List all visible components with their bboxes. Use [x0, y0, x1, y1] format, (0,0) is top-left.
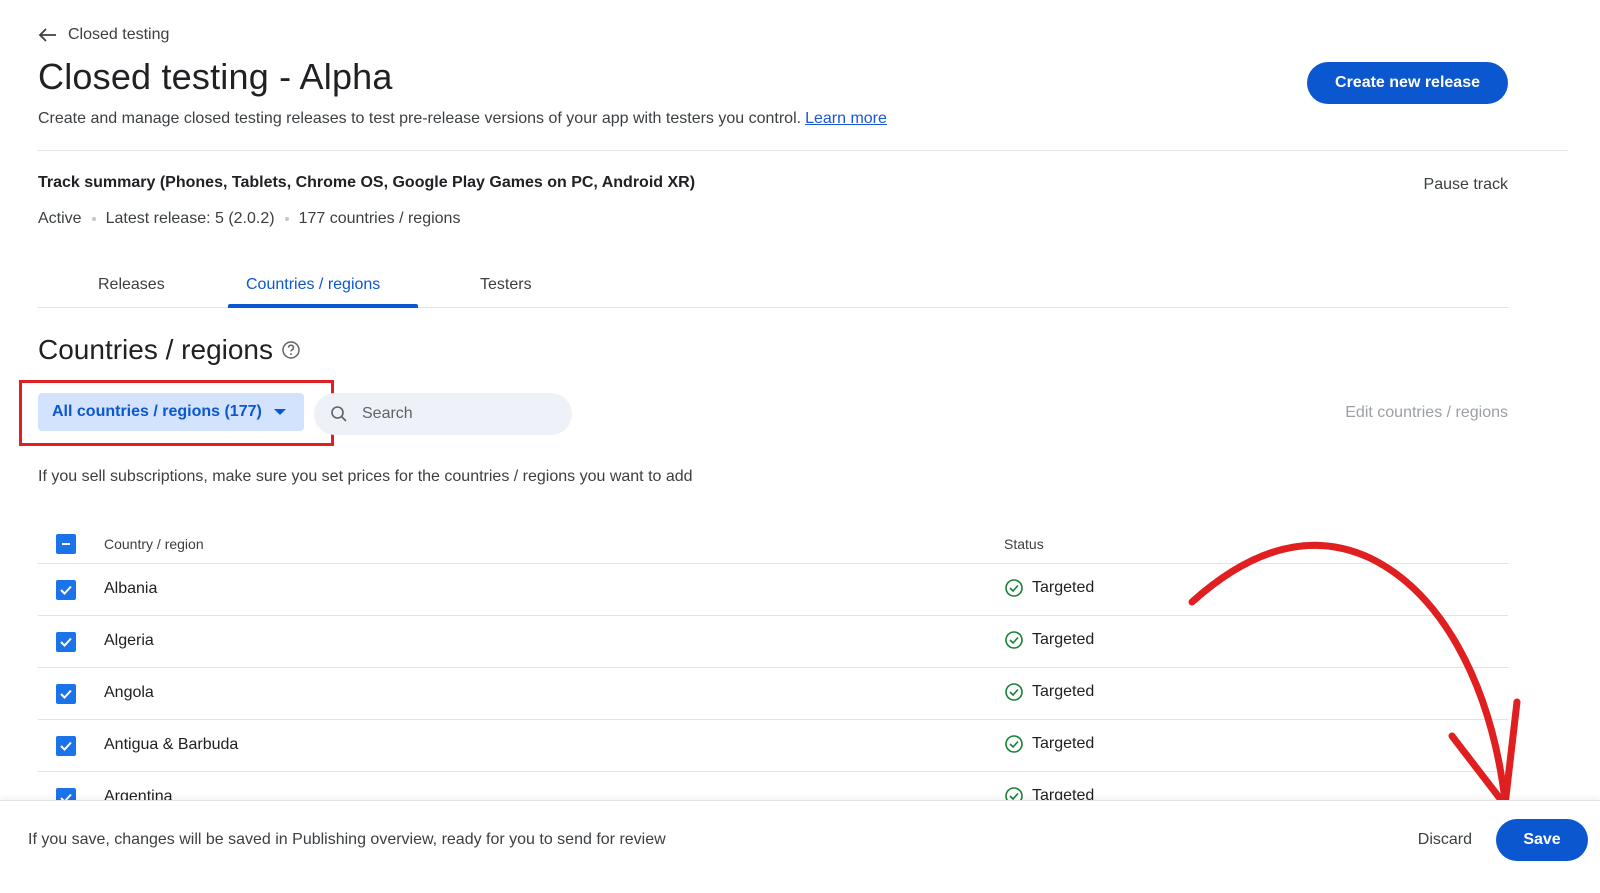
track-meta: Active Latest release: 5 (2.0.2) 177 cou…	[38, 210, 460, 228]
back-link[interactable]: Closed testing	[38, 26, 169, 44]
tab-testers[interactable]: Testers	[480, 276, 532, 294]
row-checkbox[interactable]	[56, 580, 76, 600]
check-circle-icon	[1005, 631, 1023, 649]
status-cell: Targeted	[1004, 578, 1094, 598]
checkmark-icon	[60, 741, 72, 751]
subtitle-text: Create and manage closed testing release…	[38, 110, 802, 127]
select-all-checkbox[interactable]	[56, 534, 76, 554]
status-label: Targeted	[1032, 631, 1095, 648]
status-label: Targeted	[1032, 683, 1095, 700]
search-input[interactable]	[362, 405, 542, 423]
page-title: Closed testing - Alpha	[38, 56, 393, 97]
countries-table: Country / region Status Albania Targeted…	[38, 520, 1508, 824]
row-checkbox[interactable]	[56, 632, 76, 652]
filter-label: All countries / regions (177)	[52, 403, 262, 420]
caret-down-icon	[273, 409, 286, 415]
back-link-label: Closed testing	[68, 26, 170, 43]
header-divider	[38, 150, 1568, 151]
separator-dot	[284, 217, 289, 221]
check-circle-icon	[1005, 683, 1023, 701]
tab-releases[interactable]: Releases	[98, 276, 165, 294]
pause-track-button[interactable]: Pause track	[1424, 176, 1508, 194]
tab-bar: Releases Countries / regions Testers	[38, 268, 1508, 308]
track-summary-title: Track summary (Phones, Tablets, Chrome O…	[38, 174, 696, 191]
indeterminate-icon	[62, 543, 70, 545]
subscription-info-text: If you sell subscriptions, make sure you…	[38, 468, 693, 485]
arrow-left-icon	[38, 28, 56, 42]
track-status: Active	[38, 210, 82, 227]
country-name: Antigua & Barbuda	[104, 736, 239, 753]
countries-count: 177 countries / regions	[298, 210, 461, 227]
checkmark-icon	[60, 585, 72, 595]
save-footer-bar: If you save, changes will be saved in Pu…	[0, 800, 1600, 893]
page-subtitle: Create and manage closed testing release…	[38, 110, 887, 128]
country-name: Algeria	[104, 632, 154, 649]
column-header-country[interactable]: Country / region	[104, 536, 204, 552]
check-circle-icon	[1005, 579, 1023, 597]
country-name: Albania	[104, 580, 158, 597]
discard-button[interactable]: Discard	[1418, 831, 1472, 849]
table-header: Country / region Status	[38, 520, 1508, 564]
status-label: Targeted	[1032, 579, 1095, 596]
footer-message: If you save, changes will be saved in Pu…	[28, 831, 666, 848]
save-button[interactable]: Save	[1496, 819, 1588, 861]
create-new-release-button[interactable]: Create new release	[1307, 62, 1508, 104]
section-title: Countries / regions	[38, 334, 301, 366]
row-checkbox[interactable]	[56, 684, 76, 704]
column-header-status[interactable]: Status	[1004, 536, 1044, 552]
table-row: Antigua & Barbuda Targeted	[38, 720, 1508, 772]
tab-countries-regions[interactable]: Countries / regions	[246, 276, 380, 294]
status-cell: Targeted	[1004, 682, 1094, 702]
separator-dot	[91, 217, 96, 221]
status-cell: Targeted	[1004, 734, 1094, 754]
table-row: Angola Targeted	[38, 668, 1508, 720]
section-title-text: Countries / regions	[38, 334, 274, 365]
table-row: Algeria Targeted	[38, 616, 1508, 668]
check-circle-icon	[1005, 735, 1023, 753]
active-tab-indicator	[228, 304, 418, 308]
status-cell: Targeted	[1004, 630, 1094, 650]
status-label: Targeted	[1032, 735, 1095, 752]
country-name: Angola	[104, 684, 154, 701]
search-icon	[331, 406, 347, 422]
checkmark-icon	[60, 689, 72, 699]
search-field[interactable]	[314, 393, 572, 435]
checkmark-icon	[60, 637, 72, 647]
countries-filter-dropdown[interactable]: All countries / regions (177)	[38, 393, 304, 431]
table-row: Albania Targeted	[38, 564, 1508, 616]
help-circle-icon[interactable]	[281, 340, 301, 360]
edit-countries-button[interactable]: Edit countries / regions	[1345, 404, 1508, 422]
learn-more-link[interactable]: Learn more	[805, 110, 887, 127]
row-checkbox[interactable]	[56, 736, 76, 756]
latest-release: Latest release: 5 (2.0.2)	[105, 210, 275, 227]
